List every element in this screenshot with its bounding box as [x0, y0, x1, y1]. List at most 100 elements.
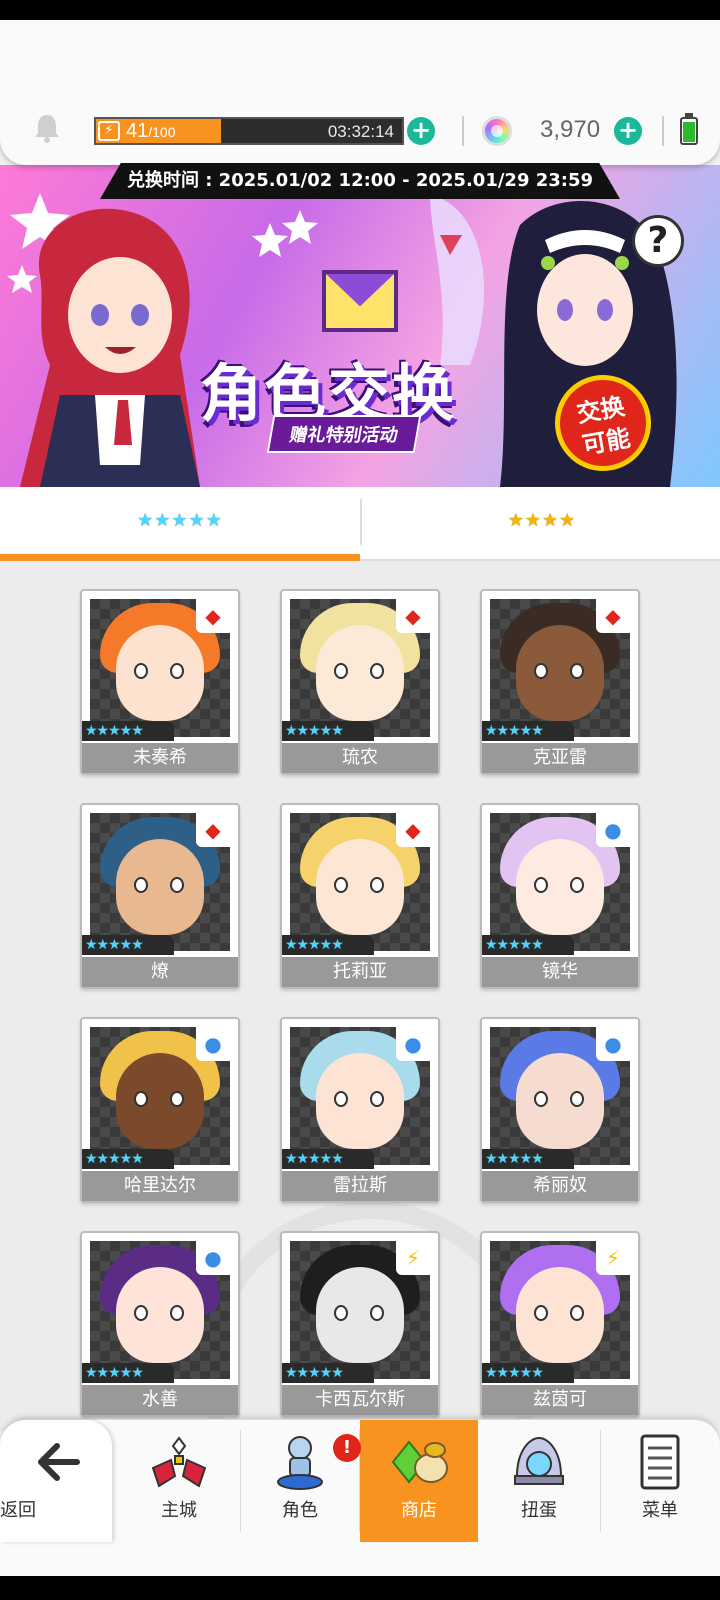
character-eye	[334, 1305, 348, 1321]
battery-icon	[680, 113, 698, 145]
diamond-icon: ◆	[196, 813, 230, 847]
character-eye	[170, 663, 184, 679]
nav-label: 菜单	[642, 1500, 678, 1521]
character-eye	[370, 663, 384, 679]
lightning-icon: ⚡	[396, 1241, 430, 1275]
rarity-stars: ★★★★★	[482, 1149, 574, 1169]
nav-label: 主城	[161, 1500, 197, 1521]
diamond-icon: ◆	[396, 599, 430, 633]
nav-label: 返回	[0, 1500, 36, 1521]
stamina-value: 41/100	[126, 120, 176, 142]
character-icon	[277, 1436, 323, 1490]
character-card[interactable]: ◆ ★★★★★ 托莉亚	[280, 803, 440, 989]
character-eye	[534, 1091, 548, 1107]
character-card[interactable]: ◆ ★★★★★ 未奏希	[80, 589, 240, 775]
character-portrait: ◆	[290, 813, 430, 951]
character-face	[316, 839, 404, 935]
gacha-icon	[514, 1436, 564, 1485]
event-banner[interactable]: 角色交换 赠礼特别活动 交换 可能 ?	[0, 165, 720, 487]
character-name: 未奏希	[82, 743, 238, 773]
rarity-stars: ★★★★★	[282, 721, 374, 741]
character-grid: ◆ ★★★★★ 未奏希 ◆ ★★★★★ 琉农 ◆ ★★★★★ 克亚雷 ◆ ★★★★★ 燎 ◆ ★★★★★ 托…	[0, 561, 720, 1541]
character-eye	[134, 877, 148, 893]
character-card[interactable]: ◆ ★★★★★ 琉农	[280, 589, 440, 775]
character-card[interactable]: ● ★★★★★ 哈里达尔	[80, 1017, 240, 1203]
rarity-stars: ★★★★★	[282, 935, 374, 955]
character-face	[116, 1053, 204, 1149]
character-portrait: ⚡	[290, 1241, 430, 1379]
character-eye	[170, 1091, 184, 1107]
character-card[interactable]: ● ★★★★★ 希丽奴	[480, 1017, 640, 1203]
character-name: 托莉亚	[282, 957, 438, 987]
left-character-face	[68, 257, 172, 373]
character-card[interactable]: ● ★★★★★ 镜华	[480, 803, 640, 989]
character-eye	[134, 663, 148, 679]
character-name: 哈里达尔	[82, 1171, 238, 1201]
nav-label: 扭蛋	[521, 1500, 557, 1521]
five-star-label: ★★★★★	[137, 510, 223, 531]
character-name: 雷拉斯	[282, 1171, 438, 1201]
character-eye	[570, 877, 584, 893]
status-divider	[462, 116, 464, 146]
lightning-icon: ⚡	[98, 121, 120, 141]
rarity-stars: ★★★★★	[482, 1363, 574, 1383]
stamina-bar: ⚡ 41/100 03:32:14	[94, 117, 404, 145]
rarity-stars: ★★★★★	[82, 935, 174, 955]
character-face	[316, 1053, 404, 1149]
status-bar: ⚡ 41/100 03:32:14 + 3,970 +	[0, 20, 720, 165]
gem-count: 3,970	[540, 116, 601, 143]
circle-icon: ●	[196, 1241, 230, 1275]
nav-gacha[interactable]: 扭蛋	[480, 1420, 598, 1542]
character-name: 兹茵可	[482, 1385, 638, 1415]
nav-shop[interactable]: 商店	[360, 1420, 478, 1542]
circle-icon: ●	[196, 1027, 230, 1061]
character-eye	[370, 1305, 384, 1321]
character-name: 燎	[82, 957, 238, 987]
envelope-icon	[322, 270, 398, 332]
character-card[interactable]: ◆ ★★★★★ 燎	[80, 803, 240, 989]
character-card[interactable]: ● ★★★★★ 雷拉斯	[280, 1017, 440, 1203]
character-face	[116, 1267, 204, 1363]
notification-badge: !	[333, 1434, 361, 1462]
diamond-icon: ◆	[396, 813, 430, 847]
character-eye	[134, 1305, 148, 1321]
four-star-label: ★★★★	[507, 510, 577, 531]
diamond-icon: ◆	[196, 599, 230, 633]
character-card[interactable]: ⚡ ★★★★★ 兹茵可	[480, 1231, 640, 1417]
character-face	[316, 625, 404, 721]
tab-four-star[interactable]: ★★★★	[362, 487, 720, 559]
status-divider-2	[662, 116, 664, 146]
active-tab-indicator	[0, 554, 360, 561]
character-card[interactable]: ● ★★★★★ 水善	[80, 1231, 240, 1417]
banner-subtitle: 赠礼特别活动	[266, 415, 422, 453]
character-portrait: ◆	[90, 813, 230, 951]
gem-icon	[482, 116, 512, 146]
nav-castle[interactable]: 主城	[120, 1420, 238, 1542]
rarity-stars: ★★★★★	[82, 1363, 174, 1383]
character-eye	[370, 1091, 384, 1107]
character-eye	[570, 663, 584, 679]
character-card[interactable]: ⚡ ★★★★★ 卡西瓦尔斯	[280, 1231, 440, 1417]
rarity-stars: ★★★★★	[282, 1149, 374, 1169]
bell-icon[interactable]	[32, 112, 62, 144]
help-button[interactable]: ?	[632, 215, 684, 267]
nav-menu[interactable]: 菜单	[601, 1420, 719, 1542]
nav-label: 角色	[282, 1500, 318, 1521]
add-stamina-button[interactable]: +	[407, 117, 435, 145]
nav-back[interactable]: 返回	[0, 1420, 112, 1542]
character-card[interactable]: ◆ ★★★★★ 克亚雷	[480, 589, 640, 775]
character-portrait: ◆	[90, 599, 230, 737]
rarity-stars: ★★★★★	[82, 721, 174, 741]
lightning-icon: ⚡	[596, 1241, 630, 1275]
character-eye	[334, 877, 348, 893]
character-eye	[134, 1091, 148, 1107]
add-gem-button[interactable]: +	[614, 117, 642, 145]
character-eye	[534, 877, 548, 893]
character-face	[116, 625, 204, 721]
character-portrait: ●	[90, 1241, 230, 1379]
character-eye	[334, 663, 348, 679]
circle-icon: ●	[596, 813, 630, 847]
character-eye	[570, 1091, 584, 1107]
tab-five-star[interactable]: ★★★★★	[0, 487, 360, 559]
character-name: 希丽奴	[482, 1171, 638, 1201]
